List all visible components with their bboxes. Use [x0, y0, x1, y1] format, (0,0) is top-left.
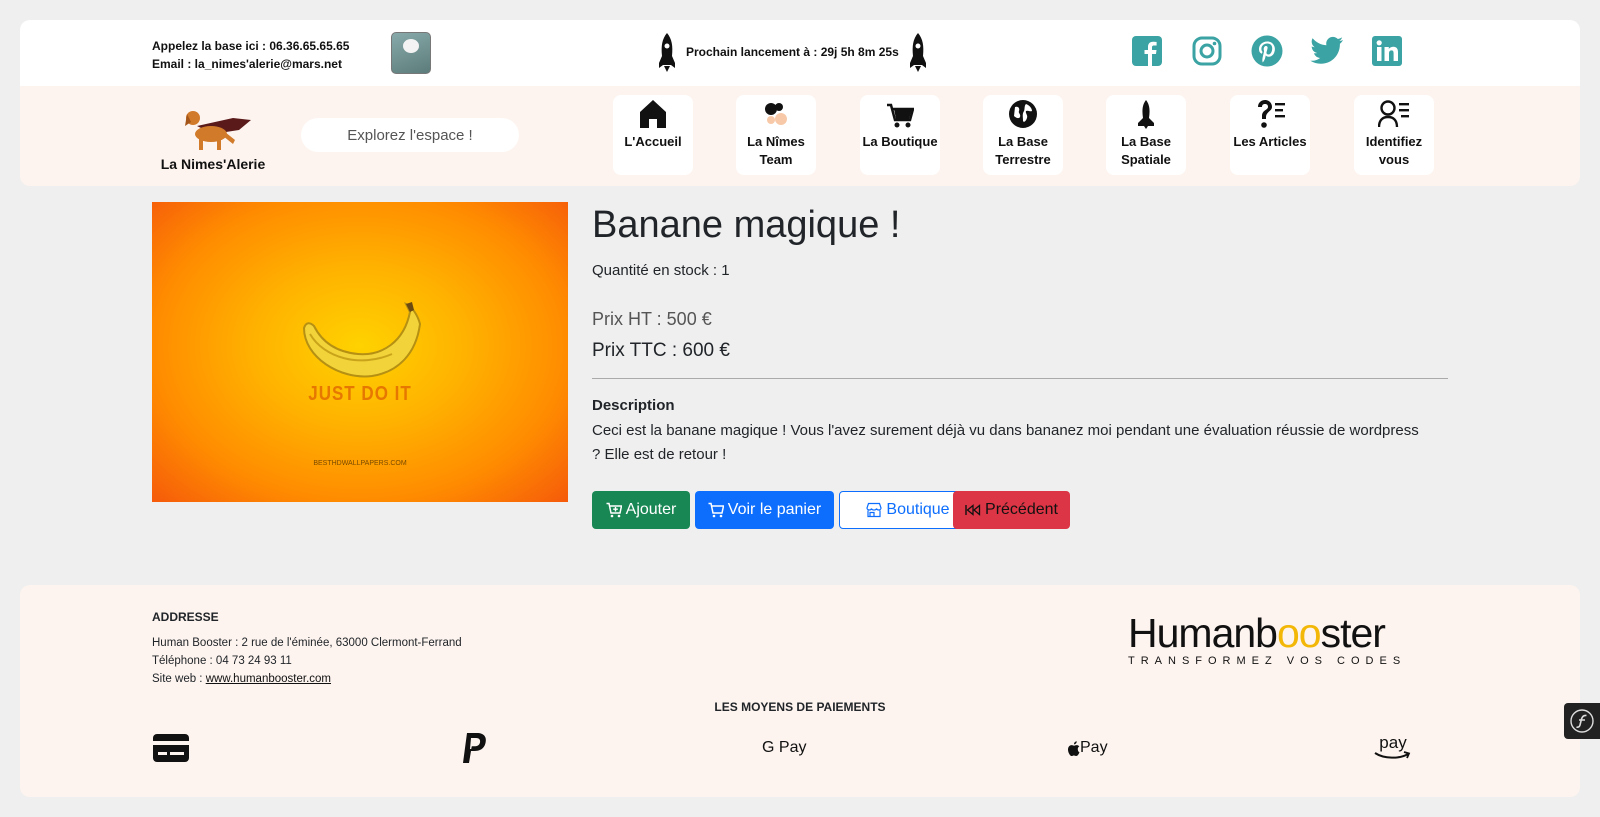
symfony-toolbar-toggle[interactable] [1564, 703, 1600, 739]
phone-line: Téléphone : 04 73 24 93 11 [152, 655, 292, 667]
shop-label: Boutique [886, 501, 950, 518]
address-heading: ADDRESSE [152, 610, 219, 624]
amazon-smile-icon [1374, 751, 1411, 759]
rewind-icon [965, 504, 981, 516]
mascot-image [391, 32, 431, 74]
main-navbar: La Nimes'Alerie L'Accueil La Nîmes Team … [20, 86, 1580, 186]
gpay-label: G Pay [762, 739, 807, 756]
nav-item-label: La Nîmes Team [747, 134, 805, 167]
cart-plus-icon [606, 502, 622, 518]
google-pay-icon: G Pay [762, 731, 806, 765]
apple-icon [1068, 740, 1080, 756]
product-title: Banane magique ! [592, 204, 901, 246]
image-watermark: BESTHDWALLPAPERS.COM [313, 460, 407, 467]
user-list-icon [1378, 100, 1409, 128]
nav-item-articles[interactable]: Les Articles [1230, 95, 1310, 175]
social-links [1130, 34, 1404, 68]
nav-item-base-spatiale[interactable]: La Base Spatiale [1106, 95, 1186, 175]
brand-part-oo: oo [1276, 610, 1322, 656]
articles-icon [1258, 100, 1285, 128]
cart-icon [887, 103, 914, 128]
price-ttc: Prix TTC : 600 € [592, 340, 730, 361]
rocket-icon [1138, 100, 1154, 129]
previous-button[interactable]: Précédent [953, 491, 1070, 529]
launch-text: Prochain lancement à : 29j 5h 8m 25s [686, 45, 899, 59]
nav-item-identifiez[interactable]: Identifiez vous [1354, 95, 1434, 175]
website-link[interactable]: www.humanbooster.com [206, 673, 331, 685]
price-ht: Prix HT : 500 € [592, 309, 712, 329]
nav-item-label: La Base Terrestre [995, 134, 1051, 167]
humanbooster-tagline: TRANSFORMEZ VOS CODES [1128, 655, 1407, 667]
email-text: Email : la_nimes'alerie@mars.net [152, 57, 342, 71]
footer: ADDRESSE Human Booster : 2 rue de l'émin… [20, 585, 1580, 797]
home-icon [640, 100, 666, 128]
payments-heading: LES MOYENS DE PAIEMENTS [714, 700, 886, 714]
paypal-icon [460, 731, 488, 765]
nav-item-accueil[interactable]: L'Accueil [613, 95, 693, 175]
website-prefix: Site web : [152, 673, 206, 685]
shop-icon [866, 502, 883, 518]
view-cart-label: Voir le panier [727, 501, 822, 518]
applepay-label: Pay [1080, 739, 1108, 756]
description-text: Ceci est la banane magique ! Vous l'avez… [592, 422, 1419, 463]
search-input[interactable] [301, 118, 519, 152]
view-cart-button[interactable]: Voir le panier [695, 491, 834, 529]
brand-part-1: Humanb [1128, 610, 1278, 656]
previous-label: Précédent [985, 501, 1058, 518]
linkedin-icon[interactable] [1370, 34, 1404, 68]
nav-item-label: Identifiez vous [1365, 134, 1423, 167]
nav-item-boutique[interactable]: La Boutique [860, 95, 940, 175]
product-image: JUST DO IT BESTHDWALLPAPERS.COM [152, 202, 568, 502]
amazon-pay-icon: pay [1374, 731, 1412, 765]
address-line: Human Booster : 2 rue de l'éminée, 63000… [152, 637, 462, 649]
nav-item-label: L'Accueil [624, 134, 682, 149]
nav-item-label: La Base Spatiale [1121, 134, 1171, 167]
team-icon [765, 103, 787, 125]
launch-countdown: Prochain lancement à : 29j 5h 8m 25s [656, 32, 929, 72]
divider [592, 378, 1448, 379]
contact-info: Appelez la base ici : 06.36.65.65.65 Ema… [152, 37, 349, 73]
twitter-icon[interactable] [1310, 34, 1344, 68]
brand-logo[interactable]: La Nimes'Alerie [158, 104, 268, 174]
brand-part-2: ster [1320, 610, 1386, 656]
cart-icon [708, 502, 724, 518]
rocket-icon [909, 33, 926, 72]
add-label: Ajouter [625, 501, 677, 518]
dog-logo-icon [185, 111, 251, 150]
nav-item-team[interactable]: La Nîmes Team [736, 95, 816, 175]
pinterest-icon[interactable] [1250, 34, 1284, 68]
credit-card-icon [152, 731, 190, 765]
stock-quantity: Quantité en stock : 1 [592, 262, 730, 279]
symfony-icon [1570, 709, 1594, 733]
description-heading: Description [592, 397, 675, 414]
nav-item-label: Les Articles [1233, 134, 1307, 149]
nav-item-label: La Boutique [862, 134, 938, 149]
humanbooster-logo[interactable]: Humanbooster TRANSFORMEZ VOS CODES [1128, 613, 1448, 671]
phone-text: Appelez la base ici : 06.36.65.65.65 [152, 39, 350, 53]
banana-image [302, 302, 422, 378]
website-line: Site web : www.humanbooster.com [152, 670, 462, 688]
instagram-icon[interactable] [1190, 34, 1224, 68]
apple-pay-icon: Pay [1068, 731, 1108, 765]
image-slogan: JUST DO IT [308, 382, 412, 405]
rocket-icon [659, 33, 675, 72]
top-bar: Appelez la base ici : 06.36.65.65.65 Ema… [20, 20, 1580, 86]
brand-name: La Nimes'Alerie [160, 156, 266, 172]
address-block: Human Booster : 2 rue de l'éminée, 63000… [152, 634, 462, 688]
amazonpay-label: pay [1379, 733, 1407, 752]
add-to-cart-button[interactable]: Ajouter [592, 491, 690, 529]
globe-icon [1009, 100, 1037, 128]
humanbooster-wordmark: Humanbooster [1128, 610, 1448, 656]
facebook-icon[interactable] [1130, 34, 1164, 68]
nav-item-base-terrestre[interactable]: La Base Terrestre [983, 95, 1063, 175]
